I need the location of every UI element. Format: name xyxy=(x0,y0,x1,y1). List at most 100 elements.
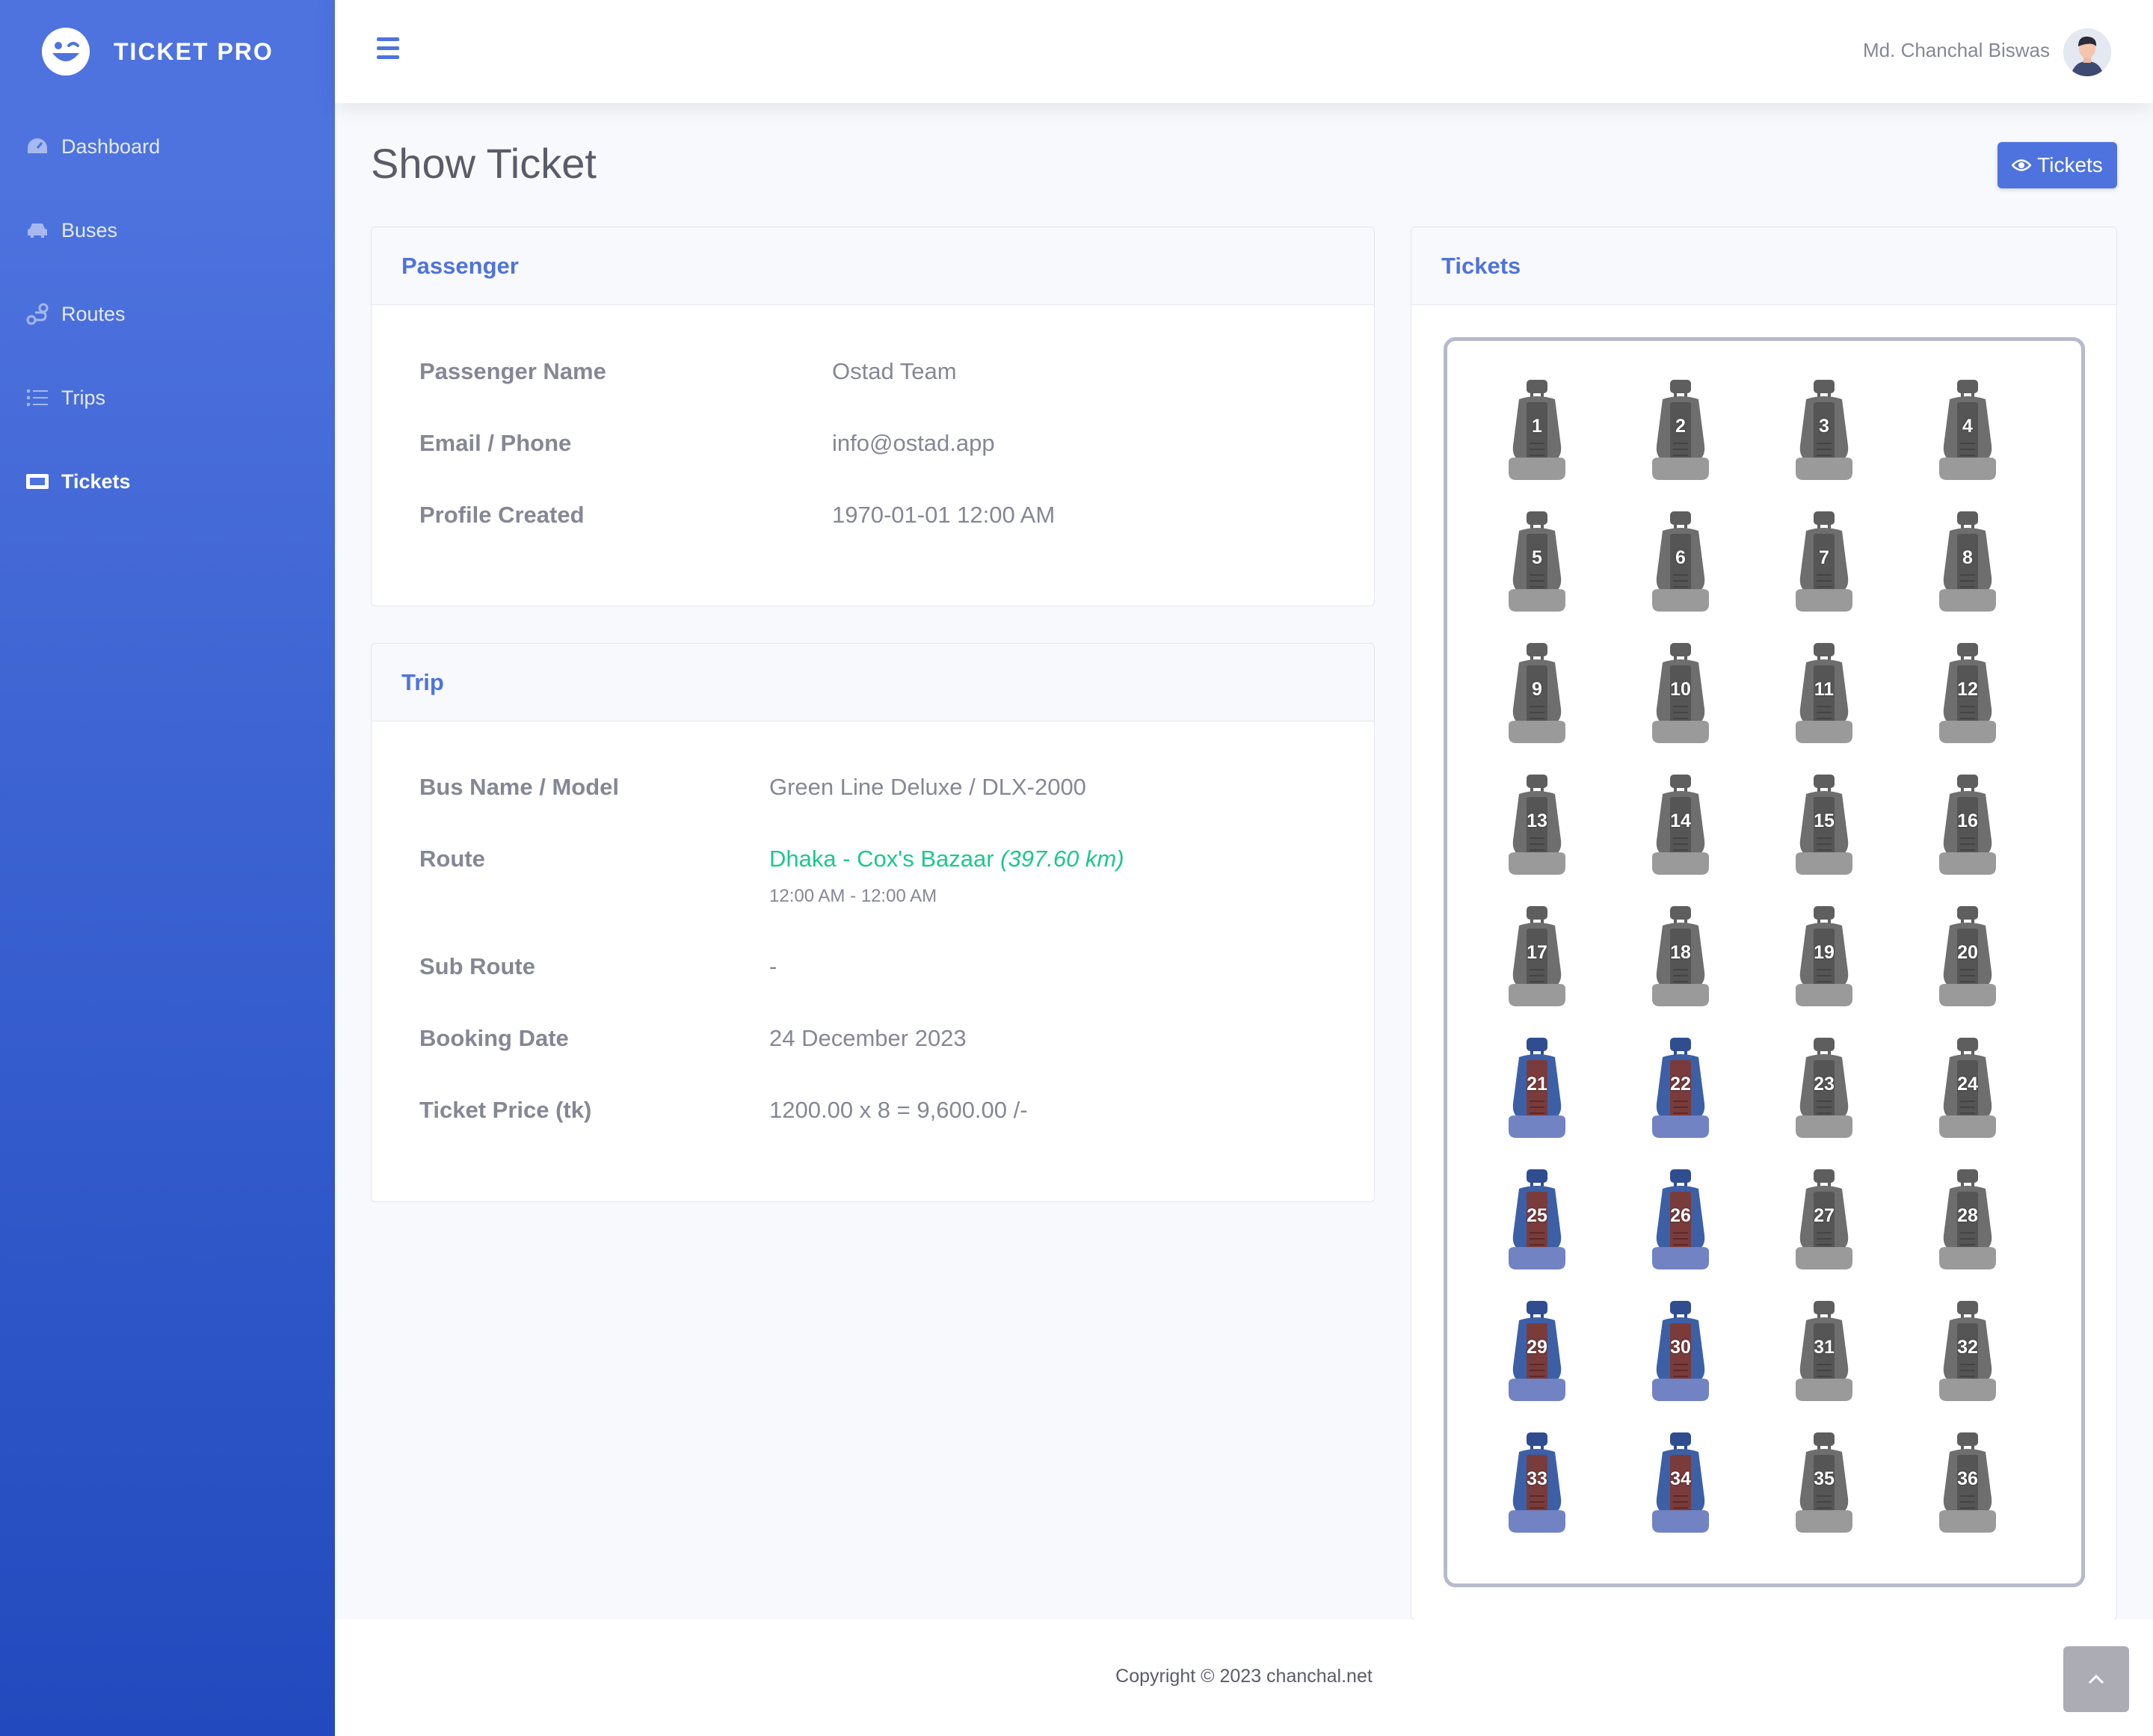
seat-available[interactable]: 2 xyxy=(1649,380,1712,480)
seat-number: 35 xyxy=(1814,1468,1835,1489)
seat-available[interactable]: 7 xyxy=(1793,511,1855,612)
sidebar-item-label: Trips xyxy=(61,386,105,409)
sidebar-item-trips[interactable]: Trips xyxy=(0,356,335,440)
seat-booked[interactable]: 34 xyxy=(1649,1432,1712,1533)
seat-available[interactable]: 10 xyxy=(1649,643,1712,743)
seat-booked[interactable]: 33 xyxy=(1506,1432,1568,1533)
brand-name: TICKET PRO xyxy=(114,37,274,65)
seat-number: 7 xyxy=(1819,547,1829,568)
seat-number: 30 xyxy=(1670,1337,1691,1358)
seat-number: 4 xyxy=(1962,416,1973,437)
seat-available[interactable]: 15 xyxy=(1793,775,1855,875)
sidebar-item-tickets[interactable]: Tickets xyxy=(0,440,335,523)
seat-number: 17 xyxy=(1527,942,1547,963)
email-phone-value: info@ostad.app xyxy=(832,430,995,456)
topbar: Md. Chanchal Biswas xyxy=(335,0,2153,103)
footer: Copyright © 2023 chanchal.net xyxy=(335,1619,2153,1736)
page-title: Show Ticket xyxy=(371,140,597,187)
profile-created-label: Profile Created xyxy=(419,502,585,528)
trip-card: Trip Bus Name / Model Green Line Deluxe … xyxy=(371,643,1375,1202)
booking-date-value: 24 December 2023 xyxy=(769,1025,967,1051)
trip-card-header: Trip xyxy=(372,644,1374,721)
bus-label: Bus Name / Model xyxy=(419,774,619,800)
seat-number: 10 xyxy=(1670,679,1691,700)
route-label: Route xyxy=(419,846,485,872)
user-name[interactable]: Md. Chanchal Biswas xyxy=(1863,39,2050,62)
seat-available[interactable]: 14 xyxy=(1649,775,1712,875)
seat-available[interactable]: 1 xyxy=(1506,380,1568,480)
passenger-card: Passenger Passenger Name Ostad Team Emai… xyxy=(371,227,1375,606)
seat-booked[interactable]: 26 xyxy=(1649,1169,1712,1269)
sidebar-toggle-icon[interactable] xyxy=(377,37,399,64)
seat-available[interactable]: 8 xyxy=(1936,511,1999,612)
seat-available[interactable]: 23 xyxy=(1793,1038,1855,1138)
passenger-name-label: Passenger Name xyxy=(419,358,606,384)
seat-booked[interactable]: 22 xyxy=(1649,1038,1712,1138)
seat-number: 18 xyxy=(1670,942,1691,963)
sidebar-item-label: Routes xyxy=(61,302,126,325)
seat-available[interactable]: 24 xyxy=(1936,1038,1999,1138)
sidebar-item-label: Tickets xyxy=(61,470,131,493)
seat-available[interactable]: 27 xyxy=(1793,1169,1855,1269)
route-icon xyxy=(25,302,49,326)
eye-icon xyxy=(2012,158,2032,172)
list-icon xyxy=(25,386,49,410)
avatar[interactable] xyxy=(2063,28,2111,76)
seat-booked[interactable]: 21 xyxy=(1506,1038,1568,1138)
seat-available[interactable]: 17 xyxy=(1506,906,1568,1006)
seat-number: 36 xyxy=(1957,1468,1978,1489)
seat-number: 34 xyxy=(1670,1468,1691,1489)
seat-number: 28 xyxy=(1957,1205,1978,1226)
seat-number: 25 xyxy=(1527,1205,1547,1226)
trip-card-title: Trip xyxy=(401,668,444,695)
seat-number: 33 xyxy=(1527,1468,1547,1489)
seat-map: 1 2 3 4 5 6 7 8 9 10 11 12 13 14 15 16 17 18 19 20 21 22 23 24 2… xyxy=(1444,337,2085,1587)
seat-number: 29 xyxy=(1527,1337,1547,1358)
seat-available[interactable]: 36 xyxy=(1936,1432,1999,1533)
seat-available[interactable]: 11 xyxy=(1793,643,1855,743)
seat-booked[interactable]: 25 xyxy=(1506,1169,1568,1269)
sidebar-item-dashboard[interactable]: Dashboard xyxy=(0,105,335,188)
seat-available[interactable]: 35 xyxy=(1793,1432,1855,1533)
profile-created-value: 1970-01-01 12:00 AM xyxy=(832,502,1056,528)
seat-booked[interactable]: 29 xyxy=(1506,1301,1568,1401)
seat-available[interactable]: 12 xyxy=(1936,643,1999,743)
seat-number: 23 xyxy=(1814,1074,1835,1095)
route-distance: (397.60 km) xyxy=(1000,846,1124,872)
seat-available[interactable]: 16 xyxy=(1936,775,1999,875)
seat-available[interactable]: 18 xyxy=(1649,906,1712,1006)
car-icon xyxy=(25,218,49,242)
seat-available[interactable]: 3 xyxy=(1793,380,1855,480)
seat-number: 22 xyxy=(1670,1074,1691,1095)
seat-number: 24 xyxy=(1957,1074,1978,1095)
seat-available[interactable]: 28 xyxy=(1936,1169,1999,1269)
seat-available[interactable]: 6 xyxy=(1649,511,1712,612)
seat-number: 32 xyxy=(1957,1337,1978,1358)
seat-number: 13 xyxy=(1527,810,1547,831)
seat-number: 27 xyxy=(1814,1205,1835,1226)
email-phone-label: Email / Phone xyxy=(419,430,572,456)
seat-available[interactable]: 31 xyxy=(1793,1301,1855,1401)
route-name: Dhaka - Cox's Bazaar xyxy=(769,846,994,872)
ticket-price-value: 1200.00 x 8 = 9,600.00 /- xyxy=(769,1097,1028,1123)
bus-value: Green Line Deluxe / DLX-2000 xyxy=(769,774,1086,800)
tickets-button[interactable]: Tickets xyxy=(1998,142,2117,188)
scroll-to-top-button[interactable] xyxy=(2063,1646,2129,1712)
seat-available[interactable]: 19 xyxy=(1793,906,1855,1006)
seat-number: 16 xyxy=(1957,810,1978,831)
sidebar-item-buses[interactable]: Buses xyxy=(0,188,335,272)
seat-available[interactable]: 4 xyxy=(1936,380,1999,480)
seat-number: 1 xyxy=(1532,416,1542,437)
sidebar-item-routes[interactable]: Routes xyxy=(0,272,335,356)
seat-available[interactable]: 9 xyxy=(1506,643,1568,743)
seat-booked[interactable]: 30 xyxy=(1649,1301,1712,1401)
seat-available[interactable]: 5 xyxy=(1506,511,1568,612)
seat-available[interactable]: 32 xyxy=(1936,1301,1999,1401)
seat-number: 21 xyxy=(1527,1074,1547,1095)
passenger-name-value: Ostad Team xyxy=(832,358,957,384)
seat-available[interactable]: 20 xyxy=(1936,906,1999,1006)
brand[interactable]: TICKET PRO xyxy=(0,0,335,103)
subroute-value: - xyxy=(769,953,777,979)
tickets-card-title: Tickets xyxy=(1441,252,1521,279)
seat-available[interactable]: 13 xyxy=(1506,775,1568,875)
